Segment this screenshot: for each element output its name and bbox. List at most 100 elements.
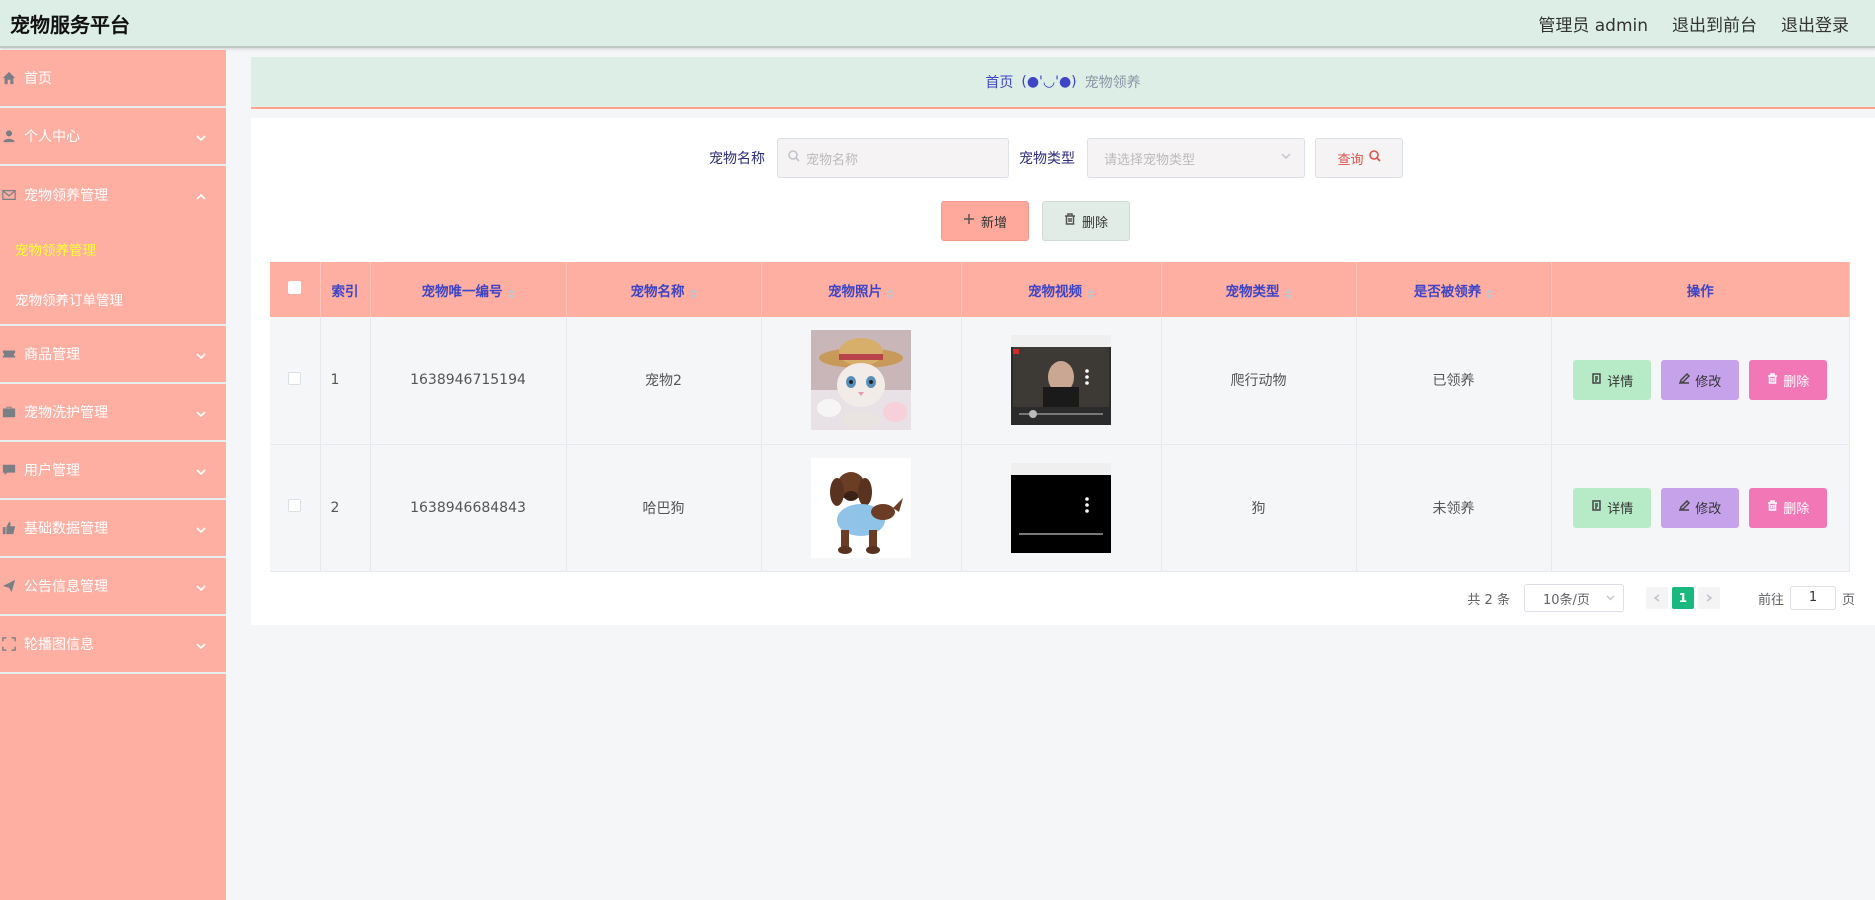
edit-button[interactable]: 修改 bbox=[1661, 487, 1740, 528]
row-checkbox[interactable] bbox=[288, 371, 302, 385]
edit-button[interactable]: 修改 bbox=[1661, 360, 1740, 401]
sidebar-item-users[interactable]: 用户管理 bbox=[0, 442, 226, 500]
submenu-item-adoption-orders[interactable]: 宠物领养订单管理 bbox=[0, 274, 226, 324]
trash-icon bbox=[1064, 213, 1076, 229]
sidebar-item-pet-grooming[interactable]: 宠物洗护管理 bbox=[0, 384, 226, 442]
chat-icon bbox=[2, 463, 16, 477]
submenu-item-pet-adoption-manage[interactable]: 宠物领养管理 bbox=[0, 224, 226, 274]
top-header: 宠物服务平台 管理员 admin 退出到前台 退出登录 bbox=[0, 0, 1875, 48]
search-icon bbox=[788, 150, 800, 166]
cell-type: 爬行动物 bbox=[1161, 317, 1357, 445]
chevron-right-icon bbox=[1705, 591, 1713, 606]
pet-name-placeholder: 宠物名称 bbox=[806, 152, 859, 168]
cell-type: 狗 bbox=[1161, 444, 1357, 572]
sidebar-item-base-data[interactable]: 基础数据管理 bbox=[0, 500, 226, 558]
pagination-total: 共 2 条 bbox=[1467, 592, 1510, 608]
goto-page-input[interactable]: 1 bbox=[1789, 586, 1836, 610]
app-title: 宠物服务平台 bbox=[10, 12, 130, 37]
cell-index: 1 bbox=[320, 317, 371, 445]
sort-icon[interactable] bbox=[507, 287, 515, 299]
send-icon bbox=[2, 579, 16, 593]
back-to-front-link[interactable]: 退出到前台 bbox=[1672, 11, 1757, 36]
breadcrumb-home[interactable]: 首页 bbox=[985, 72, 1013, 92]
header-label: 宠物照片 bbox=[828, 283, 882, 300]
mail-icon bbox=[2, 188, 16, 202]
chevron-down-icon bbox=[1606, 591, 1615, 606]
table-row: 2 1638946684843 哈巴狗 狗 未领养 详情 修改 删除 bbox=[270, 444, 1850, 572]
select-all-checkbox[interactable] bbox=[288, 281, 302, 294]
chevron-down-icon bbox=[196, 639, 206, 650]
cell-name: 宠物2 bbox=[566, 317, 762, 445]
submenu-pet-adoption: 宠物领养管理 宠物领养订单管理 bbox=[0, 224, 226, 326]
action-toolbar: 新增 删除 bbox=[941, 201, 1130, 241]
prev-page-button[interactable] bbox=[1645, 587, 1668, 609]
header-label: 宠物视频 bbox=[1028, 283, 1082, 300]
video-thumbnail[interactable] bbox=[1011, 462, 1111, 553]
row-checkbox[interactable] bbox=[288, 499, 302, 512]
page-number-current[interactable]: 1 bbox=[1671, 587, 1694, 609]
header-video[interactable]: 宠物视频 bbox=[961, 262, 1162, 317]
page-size-value: 10条/页 bbox=[1542, 592, 1590, 608]
document-icon bbox=[1591, 373, 1602, 388]
header-label: 宠物唯一编号 bbox=[421, 283, 503, 300]
cell-photo bbox=[761, 317, 962, 445]
pet-name-input[interactable]: 宠物名称 bbox=[777, 138, 1009, 178]
sidebar-item-carousel[interactable]: 轮播图信息 bbox=[0, 616, 226, 674]
page-size-select[interactable]: 10条/页 bbox=[1523, 584, 1624, 612]
sort-icon[interactable] bbox=[689, 287, 697, 299]
search-icon bbox=[1368, 150, 1381, 166]
top-right-links: 管理员 admin 退出到前台 退出登录 bbox=[1538, 11, 1865, 36]
logout-link[interactable]: 退出登录 bbox=[1781, 11, 1849, 36]
sidebar-item-pet-adoption[interactable]: 宠物领养管理 bbox=[0, 166, 226, 224]
header-type[interactable]: 宠物类型 bbox=[1161, 262, 1357, 317]
sort-icon[interactable] bbox=[1087, 287, 1094, 299]
header-code[interactable]: 宠物唯一编号 bbox=[370, 262, 567, 317]
chevron-down-icon bbox=[196, 407, 206, 418]
sidebar-item-label: 公告信息管理 bbox=[24, 579, 108, 595]
detail-label: 详情 bbox=[1607, 374, 1634, 390]
main-panel: 宠物名称 宠物名称 宠物类型 请选择宠物类型 查询 新增 删除 索引 宠物唯一编… bbox=[251, 118, 1875, 625]
header-adopted[interactable]: 是否被领养 bbox=[1356, 262, 1552, 317]
row-checkbox-cell[interactable] bbox=[270, 317, 321, 445]
add-button[interactable]: 新增 bbox=[941, 201, 1029, 241]
cell-name: 哈巴狗 bbox=[566, 444, 762, 572]
detail-button[interactable]: 详情 bbox=[1573, 360, 1652, 401]
pagination: 共 2 条 10条/页 1 前往 1 页 bbox=[1467, 584, 1855, 612]
cat-photo[interactable] bbox=[811, 330, 911, 431]
header-name[interactable]: 宠物名称 bbox=[566, 262, 762, 317]
sidebar-item-personal-center[interactable]: 个人中心 bbox=[0, 108, 226, 166]
query-button[interactable]: 查询 bbox=[1315, 138, 1403, 178]
edit-label: 修改 bbox=[1695, 502, 1722, 517]
delete-label: 删除 bbox=[1783, 502, 1810, 517]
pet-type-select[interactable]: 请选择宠物类型 bbox=[1087, 138, 1305, 178]
detail-label: 详情 bbox=[1607, 502, 1634, 517]
breadcrumb: 首页 (●'◡'●) 宠物领养 bbox=[251, 57, 1875, 109]
delete-button[interactable]: 删除 bbox=[1749, 360, 1828, 401]
video-thumbnail[interactable] bbox=[1011, 335, 1111, 426]
row-checkbox-cell[interactable] bbox=[270, 444, 321, 572]
chevron-down-icon bbox=[1280, 150, 1292, 166]
sort-icon[interactable] bbox=[1486, 287, 1494, 299]
sidebar-item-products[interactable]: 商品管理 bbox=[0, 326, 226, 384]
table-row: 1 1638946715194 宠物2 爬行动物 已领养 详情 修改 删除 bbox=[270, 317, 1850, 445]
sort-icon[interactable] bbox=[887, 287, 894, 299]
sidebar-item-home[interactable]: 首页 bbox=[0, 50, 226, 108]
header-operations: 操作 bbox=[1551, 262, 1850, 317]
edit-icon bbox=[1679, 499, 1691, 515]
chevron-down-icon bbox=[196, 349, 206, 360]
next-page-button[interactable] bbox=[1697, 587, 1720, 609]
sort-icon[interactable] bbox=[1284, 287, 1292, 299]
batch-delete-button[interactable]: 删除 bbox=[1042, 201, 1130, 241]
header-photo[interactable]: 宠物照片 bbox=[761, 262, 962, 317]
home-icon bbox=[2, 71, 16, 85]
sidebar-item-announcements[interactable]: 公告信息管理 bbox=[0, 558, 226, 616]
cell-adopted: 已领养 bbox=[1356, 317, 1552, 445]
cell-operations: 详情 修改 删除 bbox=[1551, 317, 1850, 445]
detail-button[interactable]: 详情 bbox=[1573, 487, 1652, 528]
cell-video bbox=[961, 317, 1162, 445]
sidebar-item-label: 用户管理 bbox=[24, 463, 80, 479]
dog-photo[interactable] bbox=[811, 457, 911, 558]
sidebar-item-label: 基础数据管理 bbox=[24, 521, 108, 537]
select-all-checkbox-cell[interactable] bbox=[270, 262, 321, 317]
delete-button[interactable]: 删除 bbox=[1749, 487, 1828, 528]
